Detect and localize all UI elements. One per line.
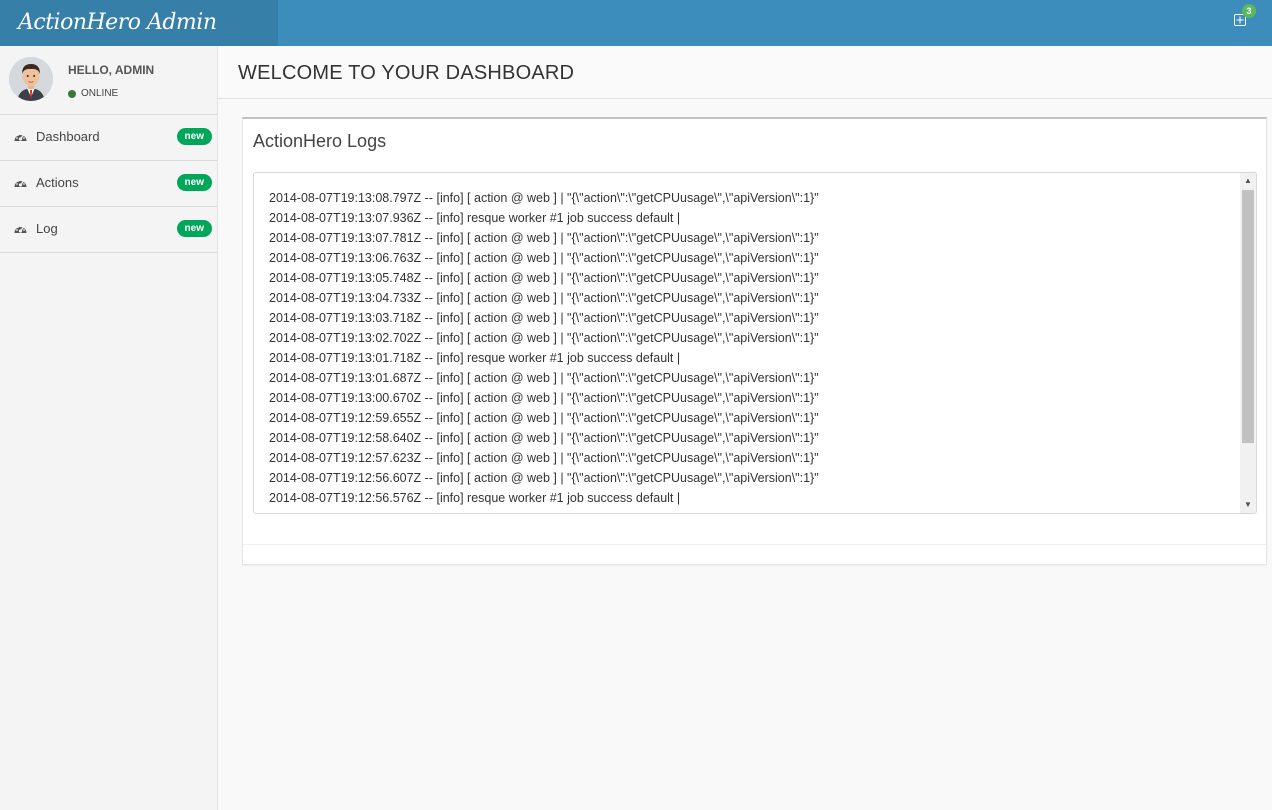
notifications-count-badge: 3	[1242, 4, 1256, 18]
sidebar-item-label: Log	[36, 221, 58, 236]
user-greeting: HELLO, ADMIN	[68, 63, 155, 77]
log-line: 2014-08-07T19:13:01.687Z -- [info] [ act…	[269, 371, 819, 385]
logs-box: ActionHero Logs 2014-08-07T19:13:08.797Z…	[242, 117, 1267, 565]
log-line: 2014-08-07T19:13:01.718Z -- [info] resqu…	[269, 351, 681, 365]
notifications-button[interactable]: 3	[1234, 4, 1256, 30]
dashboard-icon	[13, 176, 28, 190]
user-status-label: ONLINE	[81, 88, 119, 99]
sidebar-item-label: Dashboard	[36, 129, 100, 144]
user-status: ONLINE	[68, 88, 118, 99]
sidebar-item-actions[interactable]: Actions new	[0, 161, 217, 207]
top-navbar: ActionHero Admin Dashboard 3	[0, 0, 1272, 81]
log-textarea[interactable]: 2014-08-07T19:13:08.797Z -- [info] [ act…	[253, 172, 1257, 514]
new-badge: new	[176, 174, 212, 191]
log-line: 2014-08-07T19:12:56.576Z -- [info] resqu…	[269, 491, 681, 505]
page-title: WELCOME TO YOUR DASHBOARD	[238, 62, 575, 84]
sidebar-item-label: Actions	[36, 175, 79, 190]
content-header: WELCOME TO YOUR DASHBOARD	[218, 46, 1272, 99]
log-lines: 2014-08-07T19:13:08.797Z -- [info] [ act…	[269, 188, 819, 508]
logs-box-title: ActionHero Logs	[253, 131, 387, 151]
log-line: 2014-08-07T19:13:00.670Z -- [info] [ act…	[269, 391, 819, 405]
log-line: 2014-08-07T19:12:58.640Z -- [info] [ act…	[269, 431, 819, 445]
brand-logo[interactable]: ActionHero Admin Dashboard	[0, 0, 278, 81]
log-line: 2014-08-07T19:13:03.718Z -- [info] [ act…	[269, 311, 819, 325]
user-panel: HELLO, ADMIN ONLINE	[0, 46, 217, 115]
sidebar-item-dashboard[interactable]: Dashboard new	[0, 115, 217, 161]
log-scrollbar[interactable]: ▲ ▼	[1240, 173, 1256, 513]
log-line: 2014-08-07T19:13:02.702Z -- [info] [ act…	[269, 331, 819, 345]
log-line: 2014-08-07T19:13:05.748Z -- [info] [ act…	[269, 271, 819, 285]
sidebar-item-log[interactable]: Log new	[0, 207, 217, 253]
log-line: 2014-08-07T19:13:07.781Z -- [info] [ act…	[269, 231, 819, 245]
online-status-icon	[68, 89, 76, 98]
scroll-thumb[interactable]	[1242, 190, 1254, 443]
scroll-up-arrow-icon[interactable]: ▲	[1240, 173, 1256, 189]
log-line: 2014-08-07T19:13:04.733Z -- [info] [ act…	[269, 291, 819, 305]
dashboard-icon	[13, 222, 28, 236]
new-badge: new	[176, 128, 212, 145]
box-footer-divider	[243, 544, 1266, 545]
log-line: 2014-08-07T19:12:57.623Z -- [info] [ act…	[269, 451, 819, 465]
dashboard-icon	[13, 130, 28, 144]
log-line: 2014-08-07T19:12:59.655Z -- [info] [ act…	[269, 411, 819, 425]
log-line: 2014-08-07T19:13:08.797Z -- [info] [ act…	[269, 191, 819, 205]
log-line: 2014-08-07T19:13:07.936Z -- [info] resqu…	[269, 211, 681, 225]
new-badge: new	[176, 220, 212, 237]
avatar	[9, 57, 53, 101]
log-line: 2014-08-07T19:12:56.607Z -- [info] [ act…	[269, 471, 819, 485]
scroll-down-arrow-icon[interactable]: ▼	[1240, 497, 1256, 513]
sidebar: HELLO, ADMIN ONLINE Dashboard new Action…	[0, 46, 218, 810]
log-line: 2014-08-07T19:13:06.763Z -- [info] [ act…	[269, 251, 819, 265]
